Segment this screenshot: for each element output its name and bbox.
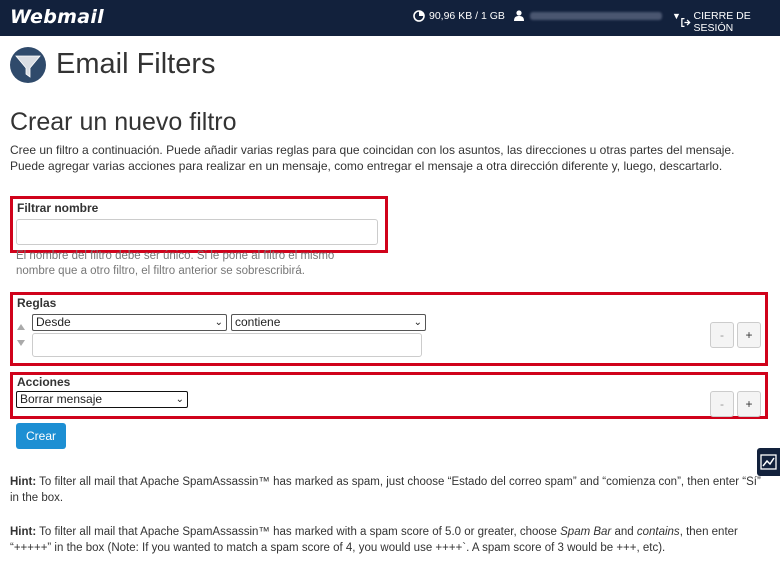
hint-emphasis: Spam Bar <box>560 526 612 538</box>
hint-label: Hint: <box>10 476 37 488</box>
create-filter-button[interactable]: Crear <box>16 423 66 449</box>
webmail-logo[interactable]: Webmail <box>10 6 104 28</box>
remove-action-button[interactable]: - <box>710 391 734 417</box>
chart-line-icon <box>760 454 777 470</box>
user-email-redacted <box>530 11 662 20</box>
rule-value-input[interactable] <box>32 333 422 357</box>
stats-widget[interactable] <box>757 448 780 476</box>
add-action-button[interactable]: + <box>737 391 761 417</box>
remove-rule-button[interactable]: - <box>710 322 734 348</box>
spam-hint-2: Hint: To filter all mail that Apache Spa… <box>10 524 770 556</box>
page-title: Email Filters <box>56 48 216 80</box>
move-rule-down-icon[interactable] <box>17 340 25 346</box>
top-bar: Webmail 90,96 KB / 1 GB ▼ CIERRE DE SESI… <box>0 0 780 36</box>
filter-name-help: El nombre del filtro debe ser único. Si … <box>16 250 335 277</box>
rule-operator-value: contiene <box>235 315 281 329</box>
action-select[interactable]: Borrar mensaje ⌄ <box>16 391 188 408</box>
hint-text: To filter all mail that Apache SpamAssas… <box>36 526 561 538</box>
spam-hint-1: Hint: To filter all mail that Apache Spa… <box>10 474 770 506</box>
rules-label: Reglas <box>17 296 57 310</box>
hint-label: Hint: <box>10 526 37 538</box>
rule-field-select[interactable]: Desde ⌄ <box>32 314 227 331</box>
quota-text: 90,96 KB / 1 GB <box>429 10 505 22</box>
filter-icon <box>10 47 46 83</box>
section-title: Crear un nuevo filtro <box>10 108 237 136</box>
logout-button[interactable]: CIERRE DE SESIÓN <box>681 10 780 34</box>
hint-text: and <box>611 526 637 538</box>
rule-operator-select[interactable]: contiene ⌄ <box>231 314 426 331</box>
logout-label: CIERRE DE SESIÓN <box>693 10 751 34</box>
chevron-down-icon: ⌄ <box>413 317 422 328</box>
rule-field-value: Desde <box>36 315 71 329</box>
user-menu[interactable]: ▼ <box>514 10 681 21</box>
add-rule-button[interactable]: + <box>737 322 761 348</box>
actions-label: Acciones <box>17 375 71 389</box>
hint-text: To filter all mail that Apache SpamAssas… <box>10 476 761 504</box>
action-value: Borrar mensaje <box>20 392 103 406</box>
user-icon <box>514 10 524 21</box>
chevron-down-icon: ▼ <box>672 10 681 21</box>
pie-chart-icon <box>413 10 425 22</box>
logout-icon <box>681 17 691 27</box>
move-rule-up-icon[interactable] <box>17 324 25 330</box>
section-description: Cree un filtro a continuación. Puede aña… <box>10 143 735 173</box>
chevron-down-icon: ⌄ <box>175 394 184 405</box>
disk-quota: 90,96 KB / 1 GB <box>413 10 505 22</box>
hint-emphasis: contains <box>636 526 680 538</box>
filter-name-input[interactable] <box>16 219 378 245</box>
filter-name-label: Filtrar nombre <box>17 201 99 215</box>
chevron-down-icon: ⌄ <box>214 317 223 328</box>
